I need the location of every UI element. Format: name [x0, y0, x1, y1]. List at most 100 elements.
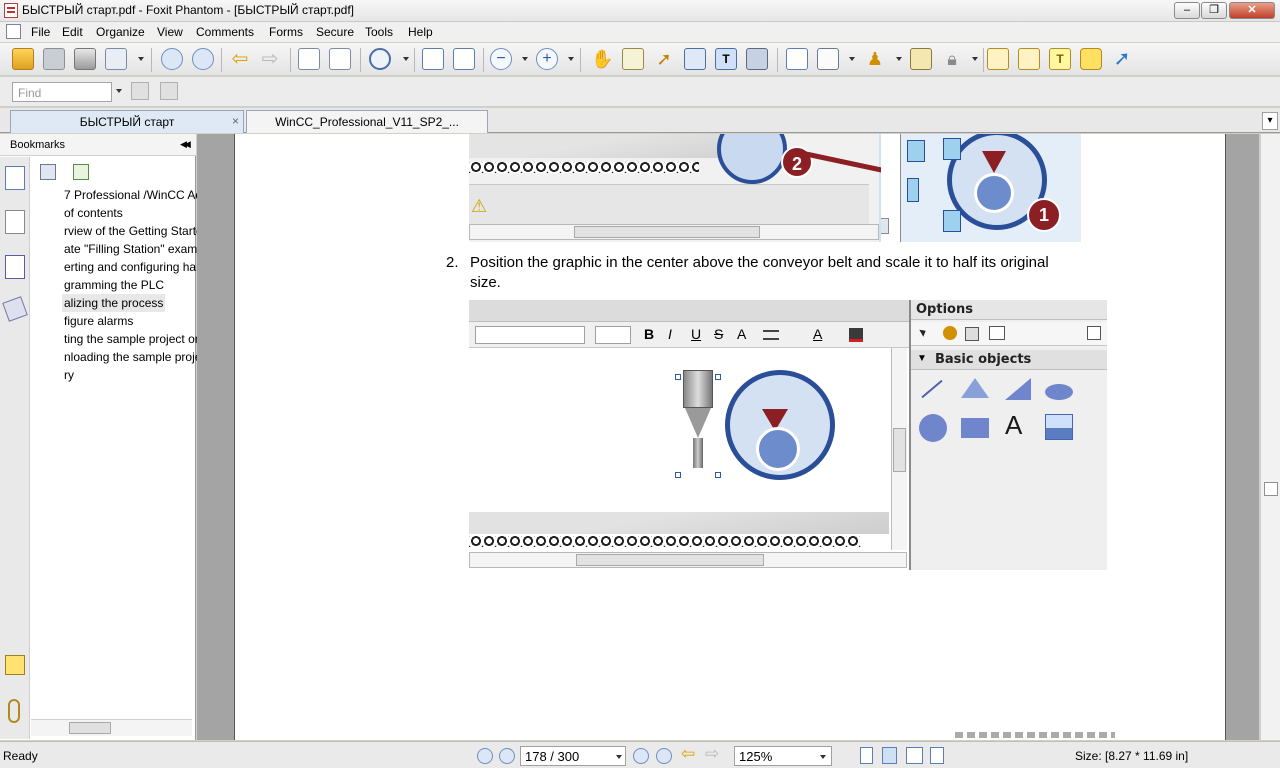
continuous-facing-view-icon[interactable] — [930, 747, 944, 764]
checklist-icon[interactable] — [1018, 48, 1040, 70]
tab-wincc-professional[interactable]: WinCC_Professional_V11_SP2_... — [246, 110, 488, 133]
hand-tool-icon[interactable]: ✋ — [591, 48, 613, 70]
first-page-icon[interactable] — [477, 748, 493, 764]
menu-view[interactable]: View — [157, 25, 183, 39]
previous-page-icon[interactable] — [161, 48, 183, 70]
text-field-object-icon: A — [1005, 410, 1023, 440]
menu-edit[interactable]: Edit — [62, 25, 83, 39]
delete-bookmark-icon[interactable] — [40, 164, 56, 180]
next-page-icon[interactable] — [633, 748, 649, 764]
typewriter-icon[interactable]: T — [715, 48, 737, 70]
strikethrough-icon: S — [714, 326, 724, 342]
attachments-panel-icon[interactable] — [8, 699, 20, 723]
menu-organize[interactable]: Organize — [96, 25, 145, 39]
bookmark-list: 7 Professional /WinCC Advan of contents … — [31, 184, 223, 719]
insert-page-icon[interactable] — [298, 48, 320, 70]
sign-icon[interactable] — [910, 48, 932, 70]
menu-secure[interactable]: Secure — [316, 25, 354, 39]
polygon-object-icon — [1005, 378, 1031, 400]
minimize-button[interactable]: ‒ — [1174, 2, 1200, 19]
graphic-view-object-icon — [1045, 414, 1073, 440]
comments-panel-icon[interactable] — [5, 655, 25, 675]
find-previous-icon[interactable] — [131, 82, 149, 100]
textbox-icon[interactable]: T — [1049, 48, 1071, 70]
continuous-view-icon[interactable] — [882, 747, 897, 764]
menu-forms[interactable]: Forms — [269, 25, 303, 39]
signatures-panel-icon[interactable] — [5, 255, 25, 279]
find-input[interactable]: Find — [12, 82, 112, 102]
form-field-icon[interactable] — [786, 48, 808, 70]
open-icon[interactable] — [12, 48, 34, 70]
add-bookmark-icon[interactable] — [73, 164, 89, 180]
line-object-icon — [921, 379, 943, 399]
save-icon[interactable] — [43, 48, 65, 70]
select-annotation-icon[interactable]: ➚ — [653, 48, 675, 70]
zoom-in-dropdown-icon[interactable] — [568, 57, 574, 61]
tab-list-dropdown-icon[interactable]: ▾ — [1262, 112, 1278, 130]
last-page-icon[interactable] — [656, 748, 672, 764]
snapshot-icon[interactable] — [746, 48, 768, 70]
collapse-panel-icon[interactable]: ◀◀ — [180, 139, 191, 150]
secure-lock-icon[interactable]: 🔒︎ — [941, 48, 963, 70]
menu-help[interactable]: Help — [408, 25, 433, 39]
zoom-field[interactable]: 125% — [734, 746, 832, 766]
document-vertical-scrollbar[interactable] — [1260, 134, 1280, 740]
forward-arrow-icon[interactable]: ⇨ — [259, 48, 281, 70]
sidebar-horizontal-scrollbar[interactable] — [31, 719, 192, 736]
font-size-icon: A — [737, 326, 747, 342]
menu-file[interactable]: File — [31, 25, 50, 39]
restore-button[interactable]: ❐ — [1201, 2, 1227, 19]
find-dropdown-icon[interactable] — [116, 89, 122, 93]
back-arrow-icon[interactable]: ⇦ — [681, 744, 695, 764]
find-next-icon[interactable] — [160, 82, 178, 100]
next-page-icon[interactable] — [192, 48, 214, 70]
stamp-dropdown-icon[interactable] — [896, 57, 902, 61]
print-icon[interactable] — [74, 48, 96, 70]
note-edit-icon[interactable] — [987, 48, 1009, 70]
find-toolbar — [0, 77, 1280, 107]
edit-document-icon[interactable] — [817, 48, 839, 70]
zoom-in-icon[interactable]: + — [536, 48, 558, 70]
zoom-icon[interactable] — [369, 48, 391, 70]
edit-dropdown-icon[interactable] — [849, 57, 855, 61]
forward-arrow-icon[interactable]: ⇨ — [705, 744, 719, 764]
pages-panel-icon[interactable] — [5, 210, 25, 234]
page-number-field[interactable]: 178 / 300 — [520, 746, 626, 766]
comment-note-icon[interactable] — [1080, 48, 1102, 70]
find-icon[interactable] — [684, 48, 706, 70]
stamp-icon[interactable]: ♟ — [864, 48, 886, 70]
zoom-dropdown-icon[interactable] — [403, 57, 409, 61]
zoom-dropdown-icon[interactable] — [820, 755, 826, 759]
zoom-out-dropdown-icon[interactable] — [522, 57, 528, 61]
fit-width-icon[interactable] — [453, 48, 475, 70]
menu-comments[interactable]: Comments — [196, 25, 254, 39]
extract-page-icon[interactable] — [329, 48, 351, 70]
zoom-out-icon[interactable]: − — [490, 48, 512, 70]
document-menu-icon[interactable] — [6, 24, 21, 39]
callout-badge-2: 2 — [781, 146, 813, 178]
single-page-view-icon[interactable] — [860, 747, 873, 764]
tab-close-icon[interactable]: × — [232, 114, 239, 128]
fit-page-icon[interactable] — [422, 48, 444, 70]
back-arrow-icon[interactable]: ⇦ — [229, 48, 251, 70]
menu-tools[interactable]: Tools — [365, 25, 393, 39]
layers-panel-icon[interactable] — [2, 296, 28, 322]
email-icon[interactable] — [105, 48, 127, 70]
scroll-thumb[interactable] — [69, 722, 111, 734]
bookmarks-panel-icon[interactable] — [5, 166, 25, 190]
scroll-thumb[interactable] — [1264, 482, 1278, 496]
select-text-icon[interactable] — [622, 48, 644, 70]
toolbar-separator — [360, 48, 361, 72]
facing-view-icon[interactable] — [906, 747, 923, 764]
app-icon — [4, 3, 18, 18]
bookmark-item-selected[interactable]: alizing the process — [62, 294, 165, 312]
close-button[interactable]: ✕ — [1229, 2, 1275, 19]
secure-dropdown-icon[interactable] — [972, 57, 978, 61]
tab-bystryi-start[interactable]: БЫСТРЫЙ старт × — [10, 110, 244, 133]
page-footer-text-fragment — [955, 732, 1115, 738]
toolbar-separator — [290, 48, 291, 72]
arrow-tool-icon[interactable]: ➚ — [1111, 48, 1133, 70]
previous-page-icon[interactable] — [499, 748, 515, 764]
email-dropdown-icon[interactable] — [138, 57, 144, 61]
page-dropdown-icon[interactable] — [616, 755, 622, 759]
